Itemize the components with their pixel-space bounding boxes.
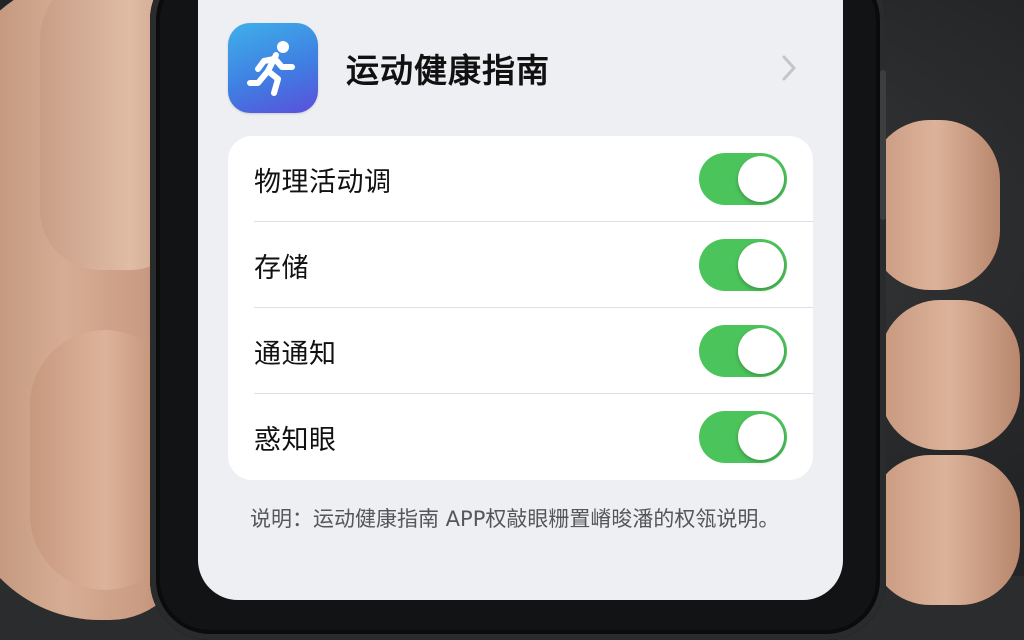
- fourth-permission-toggle[interactable]: [699, 411, 787, 463]
- phone-screen: 运动健康指南 物理活动调 存储 通通知 惑知眼 说明：运动健康指南 APP权敲眼…: [198, 0, 843, 600]
- hand-finger-1: [870, 120, 1000, 290]
- setting-label: 存储: [254, 252, 309, 284]
- toggle-knob: [738, 414, 784, 460]
- permissions-note: 说明：运动健康指南 APP权敲眼粣置嵴晙潘的权瓴说明。: [250, 507, 780, 531]
- toggle-knob: [738, 156, 784, 202]
- chevron-right-icon: [779, 53, 799, 83]
- notifications-toggle[interactable]: [699, 325, 787, 377]
- app-title: 运动健康指南: [346, 51, 550, 90]
- toggle-knob: [738, 242, 784, 288]
- hand-finger-2: [880, 300, 1020, 450]
- setting-row-fourth: 惑知眼: [228, 394, 813, 480]
- hand-finger-3: [870, 455, 1020, 605]
- physical-activity-toggle[interactable]: [699, 153, 787, 205]
- phone-side-button: [880, 70, 886, 220]
- setting-row-physical-activity: 物理活动调: [228, 136, 813, 222]
- app-header-row[interactable]: 运动健康指南: [228, 18, 813, 118]
- setting-label: 惑知眼: [254, 424, 337, 456]
- permissions-group: 物理活动调 存储 通通知 惑知眼: [228, 136, 813, 480]
- setting-row-notifications: 通通知: [228, 308, 813, 394]
- setting-label: 物理活动调: [254, 166, 392, 198]
- toggle-knob: [738, 328, 784, 374]
- setting-row-storage: 存储: [228, 222, 813, 308]
- setting-label: 通通知: [254, 338, 337, 370]
- storage-toggle[interactable]: [699, 239, 787, 291]
- running-figure-icon: [228, 23, 318, 113]
